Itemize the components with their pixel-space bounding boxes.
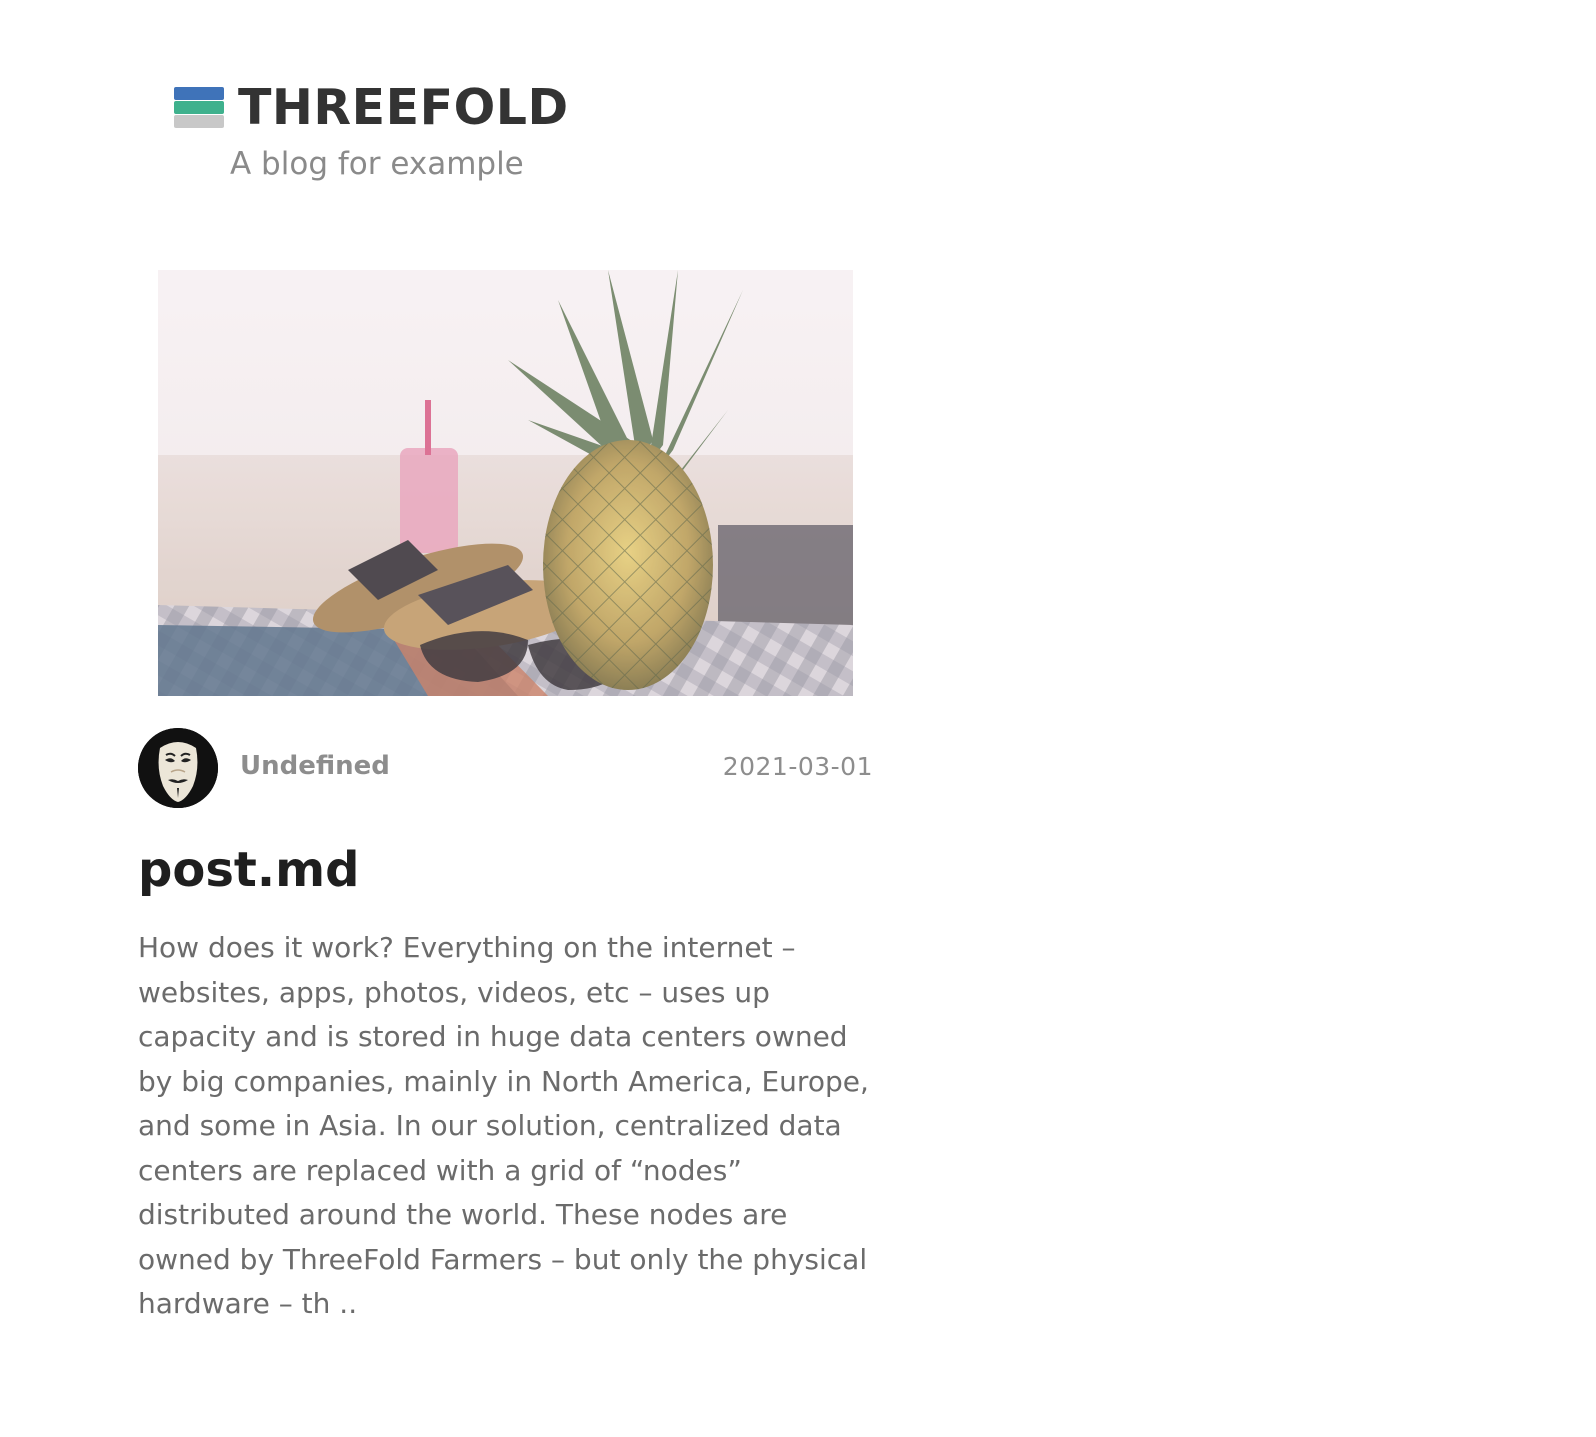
threefold-logo-icon <box>174 87 224 129</box>
post-excerpt: How does it work? Everything on the inte… <box>138 931 869 1320</box>
post-date: 2021-03-01 <box>722 752 873 781</box>
author-name[interactable]: Undefined <box>240 751 390 781</box>
brand-name: THREEFOLD <box>238 79 569 136</box>
site-header: THREEFOLD A blog for example <box>174 80 594 182</box>
site-tagline: A blog for example <box>230 146 524 182</box>
post-title[interactable]: post.md <box>138 840 359 900</box>
post-image[interactable] <box>158 270 853 696</box>
logo-bar-green <box>174 101 224 114</box>
logo-bar-blue <box>174 87 224 100</box>
pineapple-beach-photo-icon <box>158 270 853 696</box>
masked-face-avatar-icon <box>138 728 218 808</box>
post-meta: Undefined 2021-03-01 <box>138 728 873 810</box>
logo-bar-gray <box>174 115 224 128</box>
author-avatar[interactable] <box>138 728 218 808</box>
site-logo[interactable]: THREEFOLD <box>174 80 594 136</box>
